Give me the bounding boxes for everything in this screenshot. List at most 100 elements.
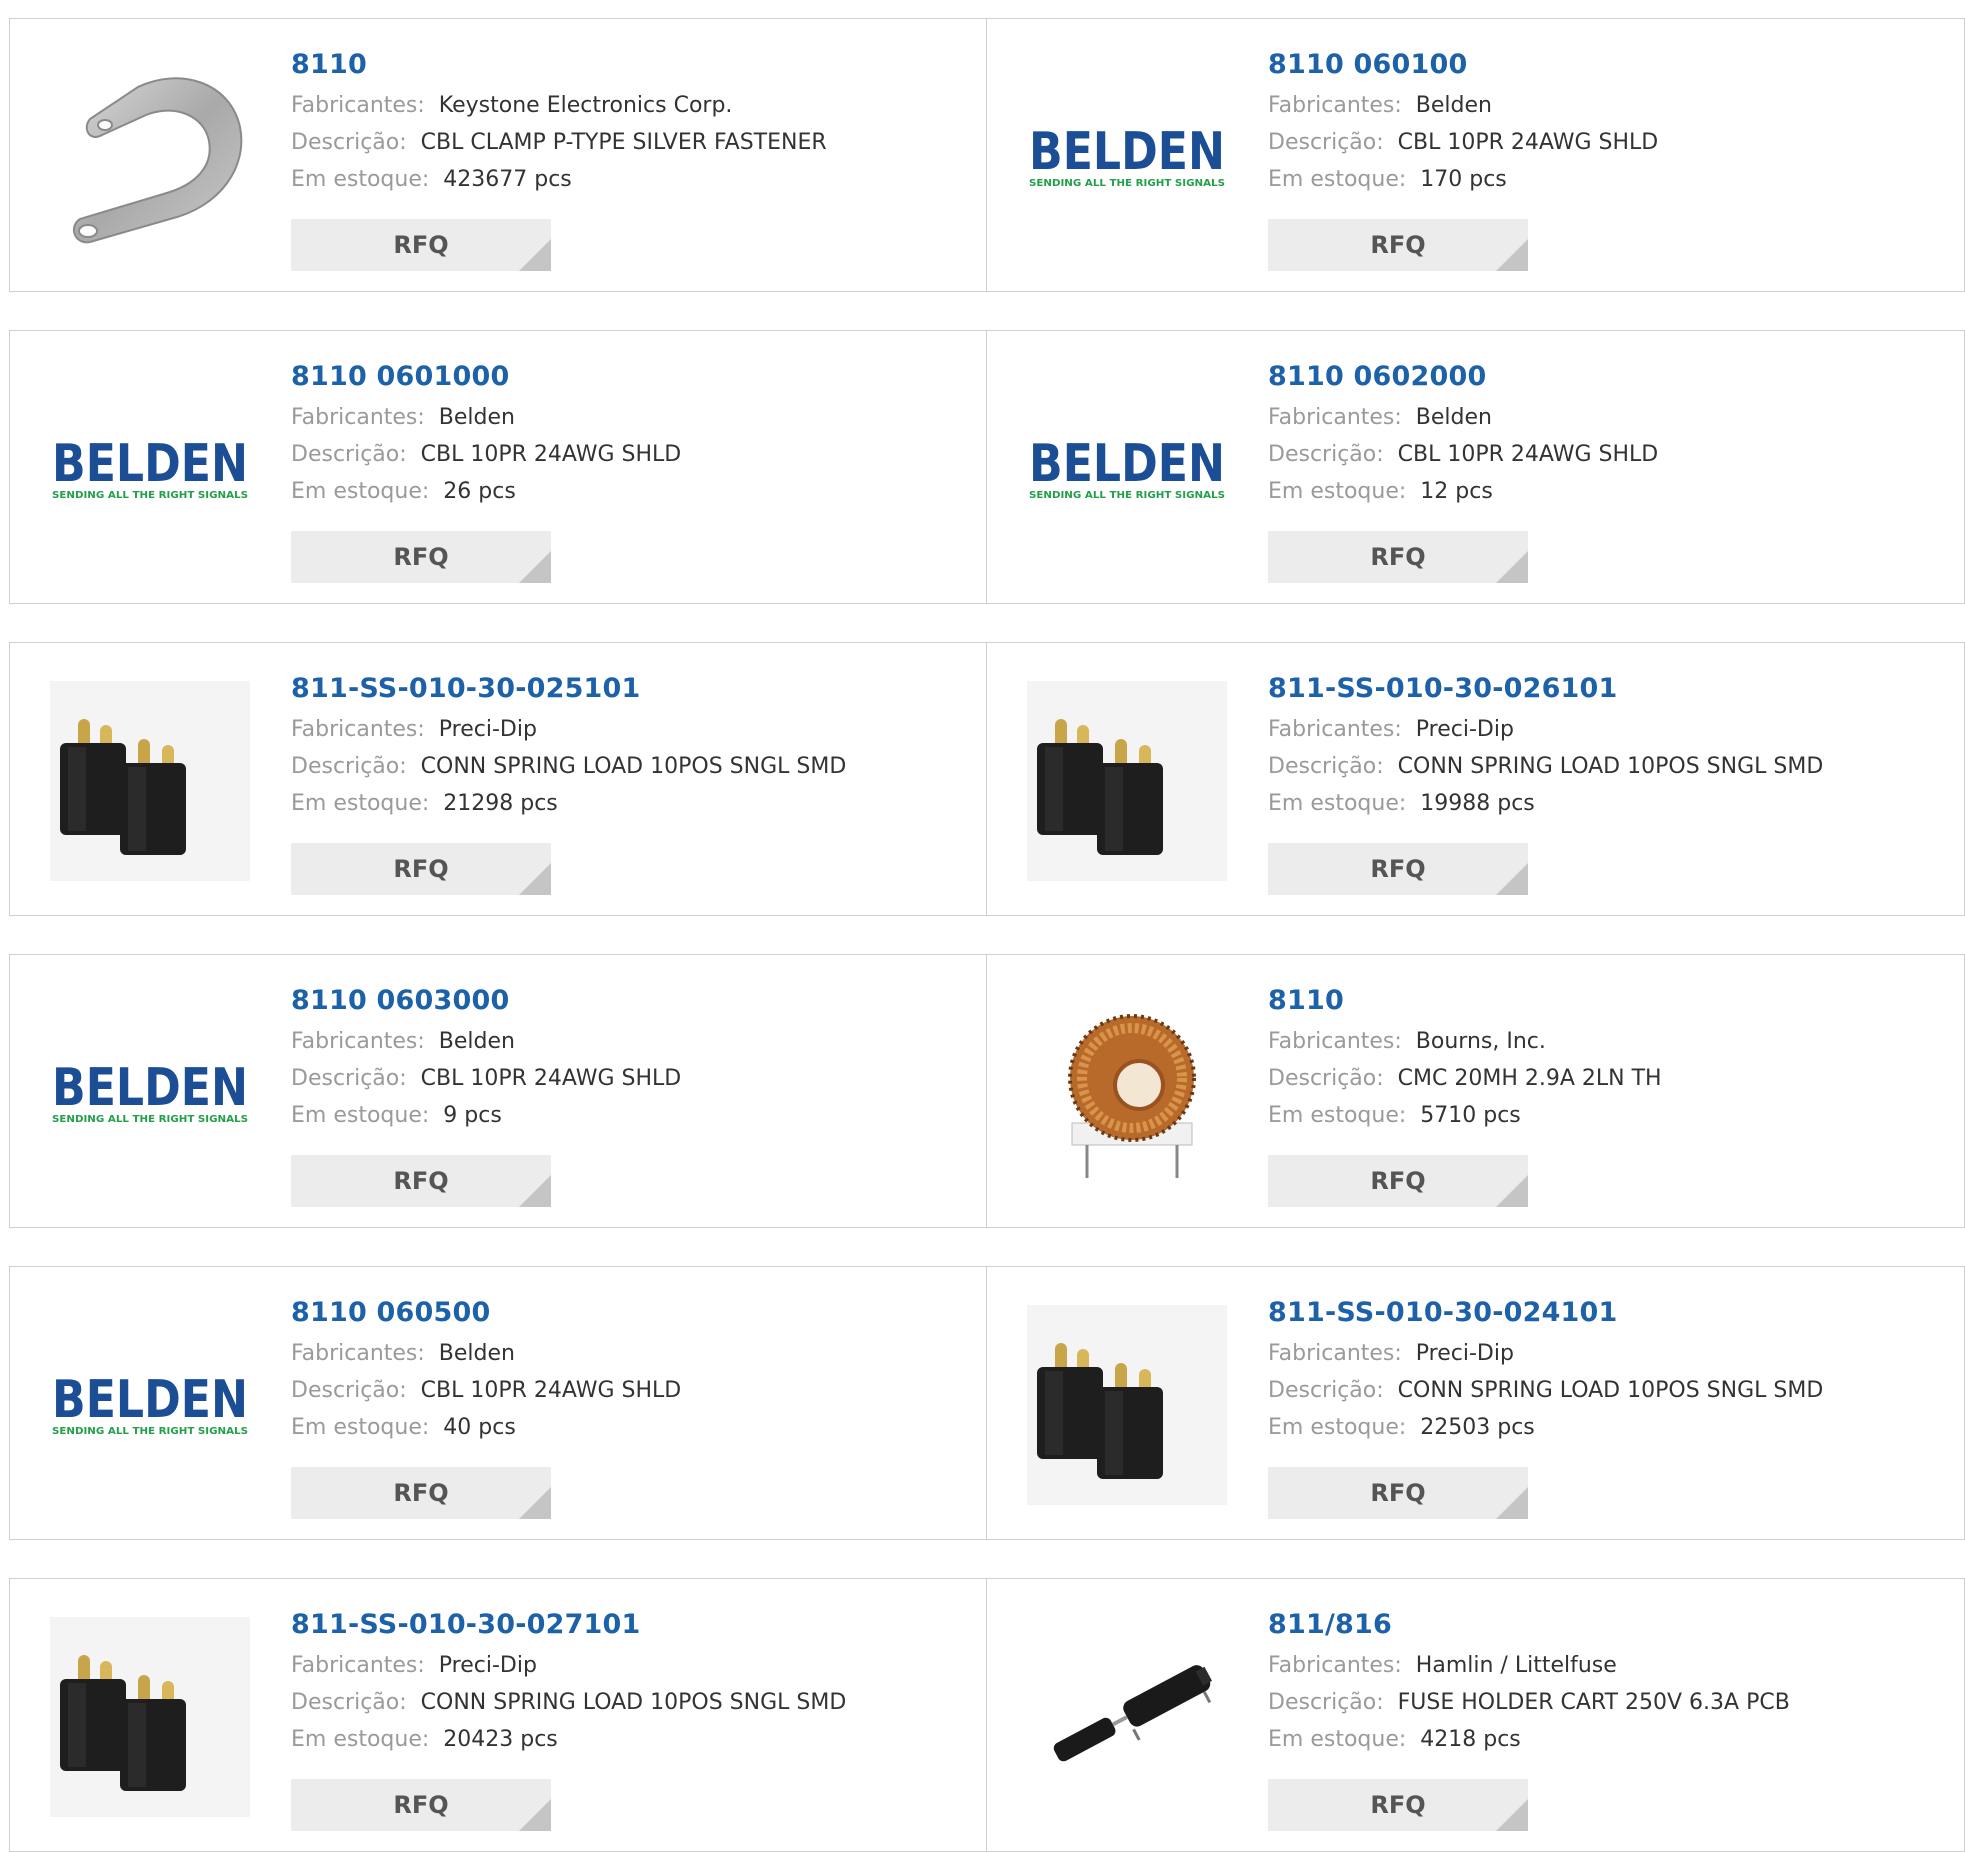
manufacturer-label: Fabricantes: [291,1653,425,1678]
part-number-link[interactable]: 8110 [1268,983,1662,1019]
manufacturer-label: Fabricantes: [1268,1341,1402,1366]
product-image-belden-logo[interactable]: BELDEN SENDING ALL THE RIGHT SIGNALS [1027,369,1227,569]
product-image-belden-logo[interactable]: BELDEN SENDING ALL THE RIGHT SIGNALS [1027,57,1227,257]
part-number-link[interactable]: 811-SS-010-30-027101 [291,1607,846,1643]
rfq-button[interactable]: RFQ [291,1779,551,1831]
product-row: BELDEN SENDING ALL THE RIGHT SIGNALS 811… [9,330,1965,604]
description-label: Descrição: [291,1378,407,1403]
rfq-label: RFQ [1370,855,1426,883]
part-number-link[interactable]: 8110 0601000 [291,359,681,395]
stock-value: 26 pcs [443,479,516,504]
stock-label: Em estoque: [1268,1727,1407,1752]
product-image-belden-logo[interactable]: BELDEN SENDING ALL THE RIGHT SIGNALS [50,993,250,1193]
svg-text:SENDING ALL THE RIGHT SIGNALS: SENDING ALL THE RIGHT SIGNALS [1029,178,1225,189]
description-value: CONN SPRING LOAD 10POS SNGL SMD [1397,1378,1824,1403]
stock-label: Em estoque: [1268,791,1407,816]
part-number-link[interactable]: 811/816 [1268,1607,1790,1643]
rfq-label: RFQ [393,1479,449,1507]
manufacturer-label: Fabricantes: [291,717,425,742]
part-number-link[interactable]: 8110 [291,47,827,83]
description-label: Descrição: [291,1690,407,1715]
product-image-p-clamp[interactable] [50,57,250,257]
manufacturer-value: Preci-Dip [438,717,537,742]
product-image-belden-logo[interactable]: BELDEN SENDING ALL THE RIGHT SIGNALS [50,369,250,569]
manufacturer-value: Belden [438,1341,515,1366]
description-value: CBL CLAMP P-TYPE SILVER FASTENER [420,130,827,155]
rfq-button[interactable]: RFQ [291,219,551,271]
part-number-link[interactable]: 8110 0603000 [291,983,681,1019]
manufacturer-label: Fabricantes: [291,1029,425,1054]
rfq-button[interactable]: RFQ [291,843,551,895]
rfq-button[interactable]: RFQ [1268,1155,1528,1207]
description-label: Descrição: [291,754,407,779]
rfq-button[interactable]: RFQ [291,1155,551,1207]
rfq-label: RFQ [1370,1791,1426,1819]
belden-logo-icon: BELDEN SENDING ALL THE RIGHT SIGNALS [52,434,248,501]
product-card: 811-SS-010-30-025101 Fabricantes: Preci-D… [9,642,987,916]
belden-logo-icon: BELDEN SENDING ALL THE RIGHT SIGNALS [52,1058,248,1125]
rfq-label: RFQ [393,1791,449,1819]
belden-logo-icon: BELDEN SENDING ALL THE RIGHT SIGNALS [52,1370,248,1437]
product-image-fuse-holder[interactable] [1027,1617,1227,1817]
fuse-holder-icon [1053,1665,1212,1762]
toroid-choke-icon [1068,1014,1196,1178]
description-value: CBL 10PR 24AWG SHLD [420,1066,682,1091]
description-label: Descrição: [1268,442,1384,467]
manufacturer-value: Hamlin / Littelfuse [1415,1653,1617,1678]
part-number-link[interactable]: 8110 060500 [291,1295,681,1331]
stock-value: 40 pcs [443,1415,516,1440]
spring-connector-icon [50,1617,250,1817]
part-number-link[interactable]: 8110 060100 [1268,47,1658,83]
description-label: Descrição: [1268,1378,1384,1403]
description-label: Descrição: [1268,130,1384,155]
rfq-button[interactable]: RFQ [1268,1467,1528,1519]
svg-text:SENDING ALL THE RIGHT SIGNALS: SENDING ALL THE RIGHT SIGNALS [1029,490,1225,501]
product-image-toroid-choke[interactable] [1027,993,1227,1193]
stock-label: Em estoque: [291,1727,430,1752]
rfq-button[interactable]: RFQ [1268,219,1528,271]
product-image-spring-connector[interactable] [1027,1305,1227,1505]
product-image-belden-logo[interactable]: BELDEN SENDING ALL THE RIGHT SIGNALS [50,1305,250,1505]
product-image-spring-connector[interactable] [50,681,250,881]
spring-connector-icon [1027,681,1227,881]
svg-text:BELDEN: BELDEN [52,1058,248,1118]
product-card: 811/816 Fabricantes: Hamlin / Littelfuse … [987,1578,1965,1852]
description-value: FUSE HOLDER CART 250V 6.3A PCB [1397,1690,1790,1715]
description-value: CBL 10PR 24AWG SHLD [420,1378,682,1403]
svg-text:BELDEN: BELDEN [52,434,248,494]
manufacturer-label: Fabricantes: [1268,405,1402,430]
product-row: BELDEN SENDING ALL THE RIGHT SIGNALS 811… [9,954,1965,1228]
part-number-link[interactable]: 811-SS-010-30-026101 [1268,671,1823,707]
description-value: CONN SPRING LOAD 10POS SNGL SMD [420,1690,847,1715]
product-image-spring-connector[interactable] [50,1617,250,1817]
description-label: Descrição: [291,442,407,467]
description-value: CBL 10PR 24AWG SHLD [1397,130,1659,155]
rfq-button[interactable]: RFQ [291,531,551,583]
manufacturer-value: Belden [1415,93,1492,118]
rfq-button[interactable]: RFQ [1268,843,1528,895]
stock-value: 20423 pcs [443,1727,558,1752]
stock-label: Em estoque: [291,1103,430,1128]
manufacturer-label: Fabricantes: [1268,717,1402,742]
belden-logo-icon: BELDEN SENDING ALL THE RIGHT SIGNALS [1029,434,1225,501]
stock-label: Em estoque: [291,167,430,192]
part-number-link[interactable]: 8110 0602000 [1268,359,1658,395]
rfq-button[interactable]: RFQ [291,1467,551,1519]
rfq-label: RFQ [393,855,449,883]
rfq-label: RFQ [1370,1479,1426,1507]
rfq-button[interactable]: RFQ [1268,531,1528,583]
description-value: CONN SPRING LOAD 10POS SNGL SMD [420,754,847,779]
description-label: Descrição: [291,1066,407,1091]
part-number-link[interactable]: 811-SS-010-30-025101 [291,671,846,707]
product-image-spring-connector[interactable] [1027,681,1227,881]
rfq-label: RFQ [393,1167,449,1195]
product-card: BELDEN SENDING ALL THE RIGHT SIGNALS 811… [9,330,987,604]
stock-value: 423677 pcs [443,167,572,192]
svg-text:SENDING ALL THE RIGHT SIGNALS: SENDING ALL THE RIGHT SIGNALS [52,490,248,501]
stock-value: 4218 pcs [1420,1727,1521,1752]
product-card: 8110 Fabricantes: Bourns, Inc. Descrição:… [987,954,1965,1228]
rfq-button[interactable]: RFQ [1268,1779,1528,1831]
manufacturer-label: Fabricantes: [291,1341,425,1366]
part-number-link[interactable]: 811-SS-010-30-024101 [1268,1295,1823,1331]
product-card: 811-SS-010-30-027101 Fabricantes: Preci-D… [9,1578,987,1852]
